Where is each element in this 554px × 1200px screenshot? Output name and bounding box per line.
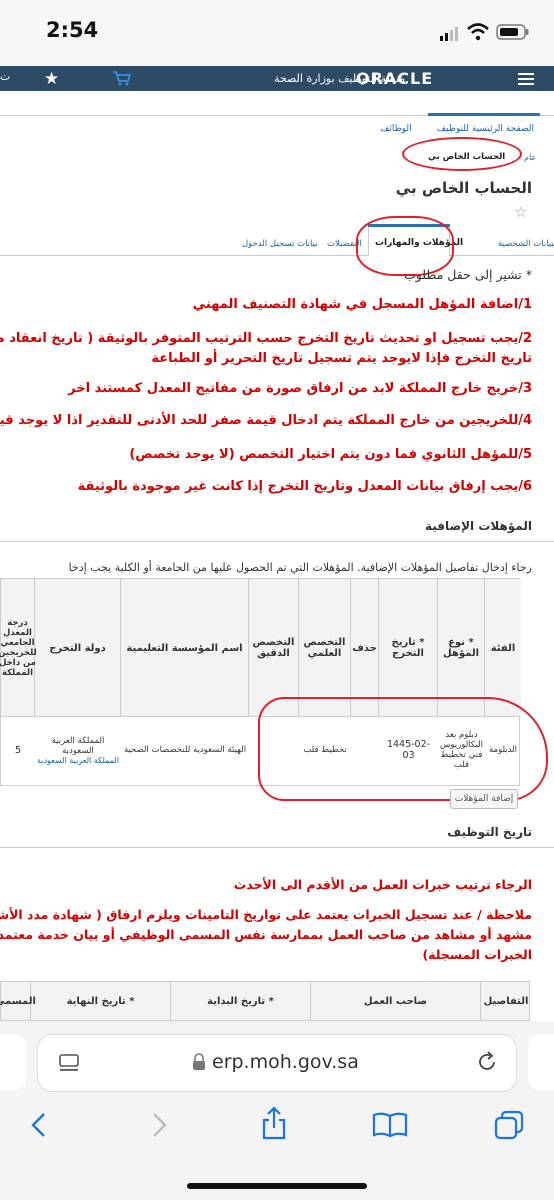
status-bar: 2:54	[0, 0, 554, 66]
emp-col-start: * تاريخ البداية	[171, 982, 311, 1020]
bookmarks-icon[interactable]	[372, 1112, 408, 1138]
wifi-icon	[467, 23, 489, 41]
emp-col-end: * تاريخ النهاية	[31, 982, 171, 1020]
subtab-general[interactable]: عام	[524, 153, 536, 162]
oracle-logo: ORACLE	[356, 69, 434, 88]
reload-icon[interactable]	[476, 1051, 498, 1073]
tab-home[interactable]: الصفحة الرئيسية للتوظيف	[437, 124, 534, 134]
address-bar[interactable]: erp.moh.gov.sa	[38, 1035, 516, 1091]
employment-note-1: الرجاء ترتيب خبرات العمل من الأقدم الى ا…	[233, 877, 532, 892]
reader-icon[interactable]	[58, 1053, 80, 1073]
signal-icon	[440, 26, 462, 41]
battery-icon	[496, 24, 530, 40]
instruction-1: 1/اضافة المؤهل المسجل في شهادة التصنيف ا…	[192, 297, 532, 312]
additional-quals-intro: رجاء إدخال تفاصيل المؤهلات الإضافية. الم…	[68, 561, 532, 574]
tab-jobs[interactable]: الوظائف	[380, 124, 412, 134]
status-time: 2:54	[46, 18, 99, 42]
tab-personal-data[interactable]: البيانات الشخصية	[498, 239, 554, 249]
annotation-circle-profile	[402, 137, 522, 171]
employment-heading: تاريخ التوظيف	[447, 825, 532, 839]
add-qualification-label: إضافة المؤهلات	[454, 794, 514, 804]
page-content: الصفحة الرئيسية للتوظيف الوظائف عام الحس…	[0, 91, 554, 1021]
emp-col-employer: صاحب العمل	[311, 982, 481, 1020]
tab-login-data[interactable]: بيانات تسجيل الدخول	[242, 239, 318, 249]
cart-icon[interactable]	[112, 70, 132, 86]
url-text[interactable]: erp.moh.gov.sa	[212, 1051, 359, 1073]
emp-col-title: المسمى	[0, 982, 36, 1020]
instruction-2: 2/يجب تسجيل او تحديث تاريخ التخرج حسب ال…	[0, 331, 532, 346]
cell-institution: الهيئة السعودية للتخصصات الصحية	[123, 745, 247, 755]
forward-icon[interactable]	[150, 1112, 168, 1138]
employment-table: التفاصيل صاحب العمل * تاريخ البداية * تا…	[0, 981, 530, 1021]
tabs-icon[interactable]	[494, 1110, 524, 1140]
col-institution: اسم المؤسسة التعليمية	[121, 579, 249, 717]
cell-country-link[interactable]: المملكة العربية السعودية	[37, 756, 119, 765]
favorite-star-icon[interactable]: ☆	[514, 203, 527, 221]
employment-note-4: الخبرات المسجلة)	[422, 947, 532, 962]
add-qualification-button[interactable]: إضافة المؤهلات	[450, 789, 518, 809]
annotation-circle-row	[258, 697, 548, 801]
header-left-text[interactable]: ت	[0, 70, 10, 83]
employment-note-3: مشهد أو مشاهد من صاحب العمل بممارسة نفس …	[0, 927, 532, 942]
favorites-star-icon[interactable]: ★	[44, 69, 59, 89]
instruction-4: 4/للخريجين من خارج المملكة يتم ادخال قيم…	[0, 413, 532, 428]
instruction-2b: تاريخ التخرج فإذا لايوجد يتم تسجيل تاريخ…	[151, 351, 532, 366]
additional-quals-heading: المؤهلات الإضافية	[424, 519, 532, 533]
menu-icon[interactable]	[518, 71, 534, 85]
col-country: دولة التخرج	[35, 579, 121, 717]
cell-gpa: 5	[14, 744, 22, 756]
cell-country: المملكة العربية السعودية	[51, 735, 105, 756]
emp-col-details: التفاصيل	[483, 995, 529, 1007]
page-title: الحساب الخاص بي	[395, 179, 532, 197]
col-gpa: درجة المعدل الجامعي للخريجين من داخل الم…	[0, 579, 37, 717]
instruction-3: 3/خريج خارج المملكة لابد من ارفاق صورة م…	[68, 381, 532, 396]
share-icon[interactable]	[260, 1106, 288, 1140]
instruction-5: 5/للمؤهل الثانوي فما دون يتم اختيار التخ…	[129, 447, 532, 462]
back-icon[interactable]	[30, 1112, 48, 1138]
instruction-6: 6/يجب إرفاق بيانات المعدل وتاريخ التخرج …	[77, 479, 532, 494]
lock-icon	[192, 1053, 206, 1071]
home-indicator	[187, 1183, 367, 1189]
required-note: * تشير إلى حقل مطلوب	[404, 267, 532, 282]
employment-note-2: ملاحظة / عند تسجيل الخبرات يعتمد على توا…	[0, 907, 532, 922]
